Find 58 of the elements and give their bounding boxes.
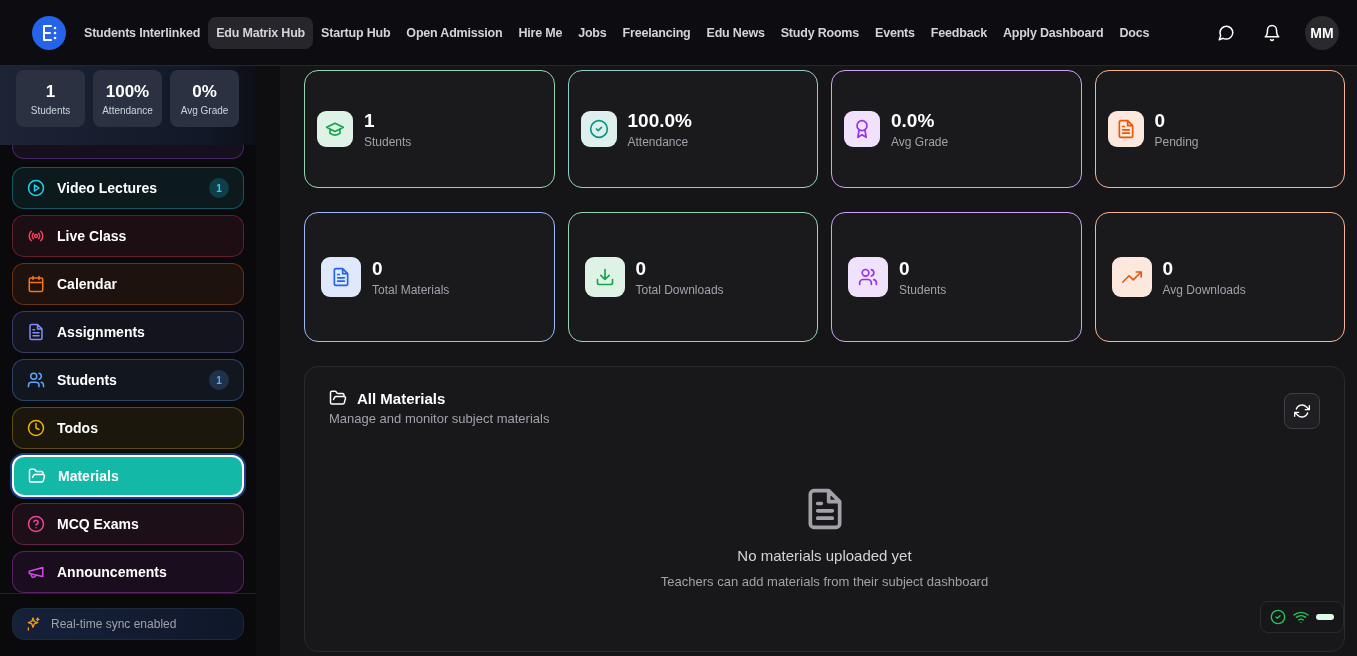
stat-label: Avg Downloads	[1162, 282, 1246, 297]
nav-link[interactable]: Startup Hub	[313, 16, 399, 49]
stat-value: 0.0%	[891, 109, 936, 132]
summary-card: 0% Avg Grade	[170, 70, 239, 127]
logo-icon[interactable]	[32, 15, 66, 50]
panel-subtitle: Manage and monitor subject materials	[329, 411, 550, 426]
nav-link[interactable]: Hire Me	[510, 16, 571, 49]
nav-link[interactable]: Edu News	[698, 16, 773, 49]
sidebar-item[interactable]: Todos	[12, 407, 244, 450]
count-badge: 1	[209, 178, 229, 199]
stat-value: 0	[899, 257, 911, 280]
stat-value: 0	[372, 257, 384, 280]
sidebar-item[interactable]: Students 1	[12, 359, 244, 402]
pill-icon	[1315, 614, 1334, 620]
nav-link[interactable]: Students Interlinked	[76, 16, 209, 49]
sidebar-item[interactable]: Video Lectures 1	[12, 167, 244, 210]
refresh-icon	[1294, 403, 1310, 419]
count-badge: 1	[209, 370, 229, 391]
sidebar-item[interactable]: Calendar	[12, 263, 244, 306]
sidebar-item[interactable]: Announcements	[12, 551, 244, 594]
stat-value: 0	[635, 257, 648, 280]
nav-link[interactable]: Events	[867, 16, 923, 49]
stat-label: Avg Grade	[891, 134, 949, 149]
stat-label: Students	[364, 134, 412, 149]
folder-icon	[28, 467, 46, 486]
stat-label: Total Downloads	[635, 282, 724, 297]
nav-link[interactable]: Apply Dashboard	[994, 16, 1112, 49]
sidebar-item[interactable]: MCQ Exams	[12, 503, 244, 546]
stat-label: Students	[899, 282, 947, 297]
nav-link[interactable]: Open Admission	[398, 16, 511, 49]
empty-title: No materials uploaded yet	[737, 547, 912, 564]
nav-link[interactable]: Docs	[1111, 16, 1158, 49]
nav-link[interactable]: Jobs	[570, 16, 615, 49]
refresh-button[interactable]	[1284, 393, 1320, 429]
empty-text: Teachers can add materials from their subject dashboard	[660, 574, 989, 589]
chat-icon[interactable]	[1217, 23, 1235, 42]
nav-link[interactable]: Edu Matrix Hub	[208, 16, 314, 49]
folder-icon	[329, 389, 347, 407]
wifi-icon	[1293, 609, 1309, 625]
stat-value: 0	[1154, 109, 1167, 132]
summary-card: 100% Attendance	[93, 70, 162, 127]
sidebar-item[interactable]: Live Class	[12, 215, 244, 258]
stat-label: Total Materials	[372, 282, 450, 297]
nav-link[interactable]: Freelancing	[614, 16, 699, 49]
stat-value: 100.0%	[627, 109, 692, 132]
stat-label: Pending	[1154, 134, 1199, 149]
stat-value: 1	[364, 109, 376, 132]
nav-link[interactable]: Study Rooms	[772, 16, 868, 49]
sidebar-item[interactable]: Assignments	[12, 311, 244, 354]
sync-text: Real-time sync enabled	[51, 617, 177, 632]
nav-link[interactable]: Feedback	[922, 16, 995, 49]
sparkle-icon	[25, 616, 41, 633]
summary-card: 1 Students	[16, 70, 85, 127]
user-avatar[interactable]: MM	[1305, 15, 1339, 50]
stat-label: Attendance	[627, 134, 690, 149]
panel-title: All Materials	[357, 389, 446, 407]
bell-icon[interactable]	[1263, 23, 1281, 42]
stat-value: 0	[1162, 257, 1175, 280]
